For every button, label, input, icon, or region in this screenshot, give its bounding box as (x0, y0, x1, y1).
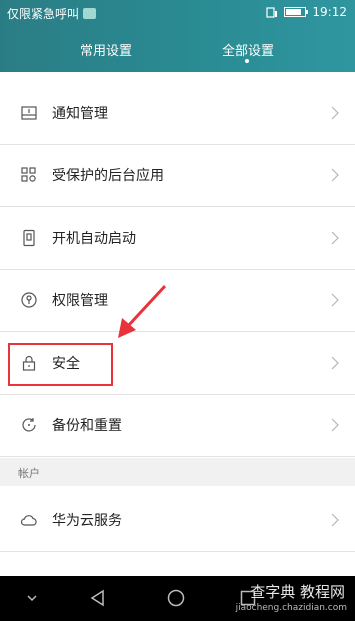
battery-fill (286, 9, 301, 15)
chevron-right-icon (331, 513, 339, 527)
settings-list: 通知管理 受保护的后台应用 开机自动启动 权限管理 安全 备份和重置 (0, 82, 355, 457)
watermark-text: 查字典 教程网 (250, 583, 345, 601)
carrier-text: 仅限紧急呼叫 (7, 7, 80, 21)
back-icon[interactable] (88, 588, 108, 608)
settings-tabs: 常用设置 全部设置 (0, 36, 355, 66)
signal-icon (266, 7, 278, 18)
tab-all-settings[interactable]: 全部设置 (188, 40, 308, 59)
partial-list-item (0, 552, 355, 576)
status-right: 19:12 (266, 5, 347, 19)
status-bar: 仅限紧急呼叫 19:12 (0, 0, 355, 28)
section-header-label: 帐户 (18, 467, 40, 480)
notification-icon (21, 106, 37, 120)
section-header-account: 帐户 (0, 458, 355, 486)
settings-item-label: 备份和重置 (52, 418, 122, 435)
home-icon[interactable] (166, 588, 186, 608)
status-left: 仅限紧急呼叫 (7, 5, 97, 22)
chevron-right-icon (331, 168, 339, 182)
settings-item-permissions[interactable]: 权限管理 (0, 270, 355, 332)
chevron-right-icon (331, 356, 339, 370)
autostart-icon (23, 229, 35, 246)
tab-selected-indicator (245, 59, 249, 63)
clock: 19:12 (312, 5, 347, 19)
settings-item-label: 华为云服务 (52, 512, 122, 529)
tab-common-settings[interactable]: 常用设置 (46, 40, 166, 59)
account-list: 华为云服务 (0, 489, 355, 552)
settings-item-autostart[interactable]: 开机自动启动 (0, 207, 355, 270)
chevron-right-icon (331, 293, 339, 307)
settings-item-label: 权限管理 (52, 293, 108, 310)
watermark: 查字典 教程网 jiaocheng.chazidian.com (231, 581, 351, 616)
backup-icon (22, 418, 36, 432)
settings-item-notification[interactable]: 通知管理 (0, 82, 355, 145)
protected-apps-icon (21, 167, 36, 182)
settings-item-huawei-cloud[interactable]: 华为云服务 (0, 489, 355, 552)
watermark-url: jiaocheng.chazidian.com (235, 603, 347, 613)
header: 仅限紧急呼叫 19:12 常用设置 全部设置 (0, 0, 355, 72)
settings-item-protected-apps[interactable]: 受保护的后台应用 (0, 145, 355, 207)
collapse-nav-icon[interactable] (22, 588, 42, 608)
settings-item-label: 开机自动启动 (52, 230, 136, 247)
highlight-box (8, 343, 113, 386)
chevron-right-icon (331, 106, 339, 120)
cloud-icon (20, 514, 37, 526)
settings-item-label: 通知管理 (52, 105, 108, 122)
settings-item-backup-reset[interactable]: 备份和重置 (0, 395, 355, 457)
sim-icon (83, 8, 97, 19)
settings-item-label: 受保护的后台应用 (52, 168, 164, 185)
chevron-right-icon (331, 418, 339, 432)
chevron-right-icon (331, 231, 339, 245)
battery-icon (284, 7, 309, 17)
permission-icon (21, 292, 37, 308)
